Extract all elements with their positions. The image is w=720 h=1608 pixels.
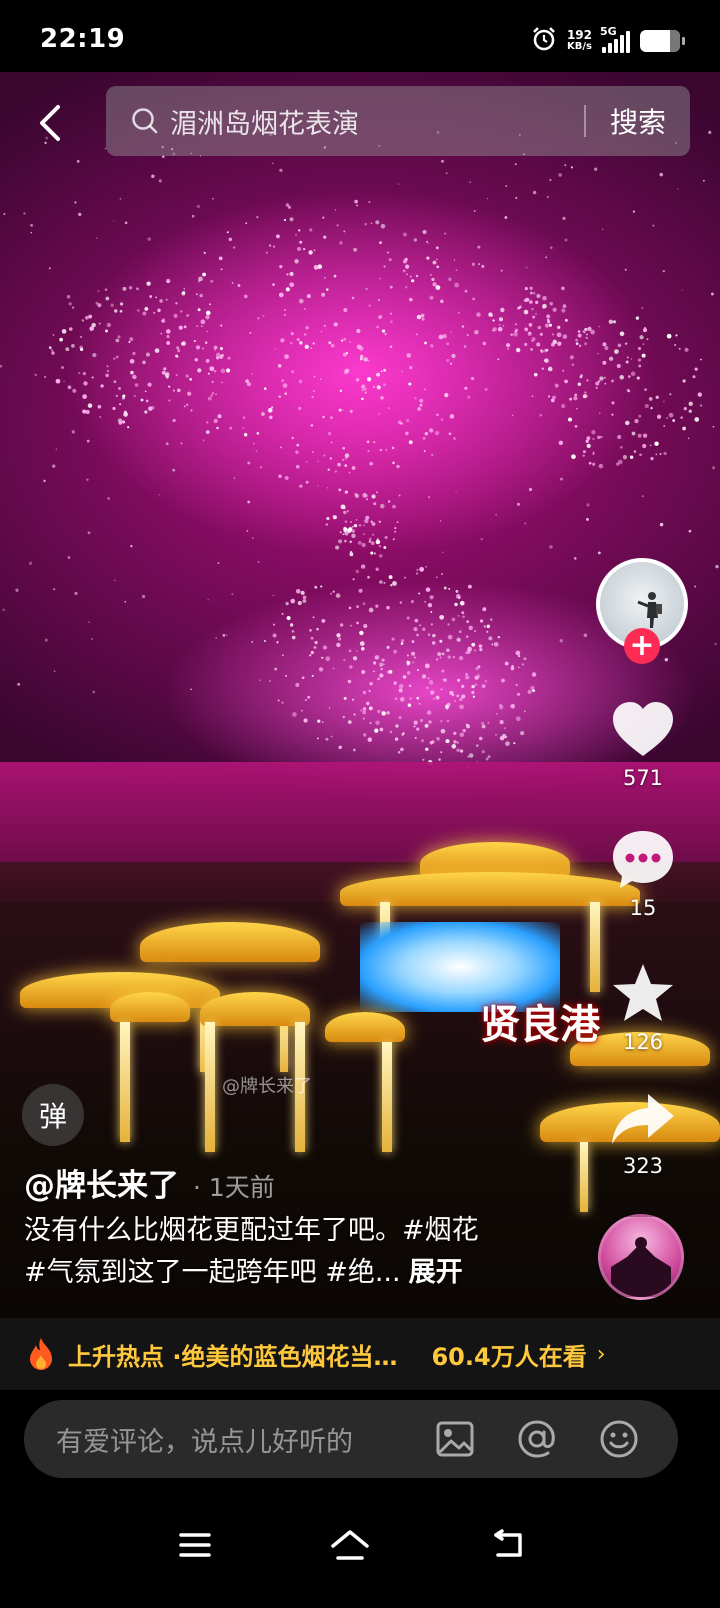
star-icon [613,964,673,1021]
share-arrow-icon [612,1094,674,1144]
net-speed: 192 KB/s [567,29,592,53]
favorite-button[interactable]: 126 [606,962,680,1054]
menu-icon[interactable] [155,1510,235,1580]
back-button[interactable] [30,98,70,148]
status-bar: 22:19 192 KB/s 5G [0,0,720,72]
comment-button[interactable]: 15 [606,828,680,920]
comment-count: 15 [629,896,657,920]
battery-icon [640,30,685,52]
music-cover-icon [611,1237,671,1297]
author-name[interactable]: @牌长来了 [24,1160,179,1205]
video-location-watermark: 贤良港 [480,1001,600,1048]
signal-icon: 5G [600,25,630,53]
comment-placeholder[interactable]: 有爱评论，说点儿好听的 [56,1420,432,1459]
emoji-icon[interactable] [596,1416,642,1462]
post-time: · 1天前 [193,1173,275,1202]
like-count: 571 [622,766,664,790]
alarm-icon [531,26,557,56]
trending-title: 绝美的蓝色烟花当然要… [181,1342,413,1371]
comment-input[interactable]: 有爱评论，说点儿好听的 [24,1400,678,1478]
net-speed-unit: KB/s [566,41,592,52]
post-caption: 没有什么比烟花更配过年了吧。#烟花 #气氛到这了一起跨年吧 #绝... 展开 [24,1210,544,1294]
favorite-count: 126 [622,1030,664,1054]
caption-line-1: 没有什么比烟花更配过年了吧。#烟花 [24,1215,479,1246]
like-button[interactable]: 571 [606,700,680,790]
share-button[interactable]: 323 [606,1090,680,1178]
comment-bar: 有爱评论，说点儿好听的 [0,1390,720,1490]
back-icon[interactable] [468,1510,548,1580]
net-speed-value: 192 [566,28,592,42]
search-input[interactable]: 湄洲岛烟花表演 [170,102,584,141]
trending-banner[interactable]: 上升热点 · 绝美的蓝色烟花当然要… 60.4万人在看 › [0,1318,720,1390]
home-icon[interactable] [310,1510,390,1580]
caption-line-2-text: #气氛到这了一起跨年吧 #绝... [24,1257,401,1288]
search-button[interactable]: 搜索 [586,101,690,141]
follow-button[interactable]: + [624,628,660,664]
at-icon[interactable] [514,1416,560,1462]
network-type: 5G [600,25,617,38]
status-icons: 192 KB/s 5G [531,25,685,56]
caption-line-2: #气氛到这了一起跨年吧 #绝... 展开 [24,1252,544,1294]
expand-caption-button[interactable]: 展开 [409,1257,463,1288]
video-author-watermark: @牌长来了 [222,1076,312,1097]
trending-viewers: 60.4万人在看 [431,1342,587,1371]
music-disc[interactable] [598,1214,684,1300]
chevron-left-icon [40,105,60,141]
share-count: 323 [622,1154,664,1178]
comment-icon [613,831,673,888]
danmu-label: 弹 [38,1100,67,1133]
fire-icon [30,1338,52,1370]
author-row: @牌长来了 · 1天前 [24,1160,275,1205]
status-time: 22:19 [40,24,126,54]
heart-icon [613,702,673,756]
system-nav-bar [0,1490,720,1608]
search-icon [130,106,160,136]
search-bar[interactable]: 湄洲岛烟花表演 搜索 [106,86,690,156]
trending-label: 上升热点 · [68,1342,182,1371]
chevron-right-icon: › [596,1341,606,1367]
danmu-toggle-button[interactable]: 弹 [22,1084,84,1146]
image-icon[interactable] [432,1416,478,1462]
